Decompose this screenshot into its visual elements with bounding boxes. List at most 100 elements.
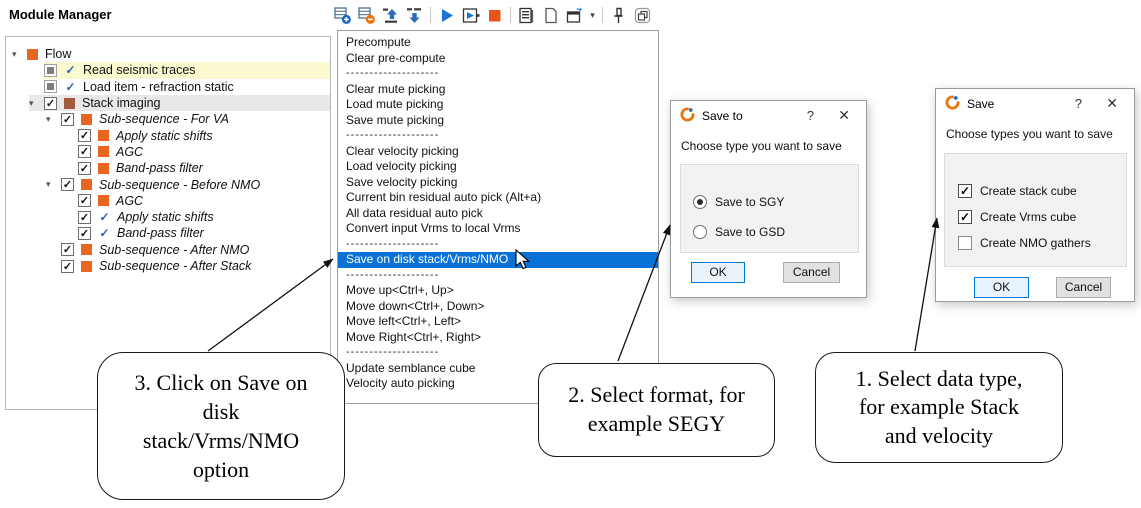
- tree-row-content: ✓AGC: [78, 193, 330, 209]
- checkbox[interactable]: ✓: [958, 184, 972, 198]
- tree-row[interactable]: ✓ ✓ Apply static shifts: [6, 209, 330, 225]
- module-square-icon: [98, 130, 109, 141]
- tree-row[interactable]: ✓ Load item - refraction static: [6, 79, 330, 95]
- app-logo-icon: [680, 107, 695, 125]
- tree-checkbox[interactable]: ✓: [61, 260, 74, 273]
- tree-row[interactable]: ✓Band-pass filter: [6, 160, 330, 176]
- tree-checkbox[interactable]: ✓: [78, 194, 91, 207]
- dropdown-caret-icon[interactable]: ▾: [587, 10, 598, 21]
- module-check-icon: ✓: [98, 210, 111, 224]
- tree-row[interactable]: ✓AGC: [6, 144, 330, 160]
- menu-item[interactable]: Load mute picking: [338, 97, 658, 113]
- checkbox[interactable]: ✓: [958, 210, 972, 224]
- move-down-icon[interactable]: [403, 4, 426, 26]
- tree-row[interactable]: ▾✓Stack imaging: [6, 95, 330, 111]
- radio-label: Save to SGY: [715, 195, 784, 209]
- menu-item[interactable]: Clear velocity picking: [338, 144, 658, 160]
- tree-checkbox[interactable]: ✓: [61, 113, 74, 126]
- tree-row[interactable]: ✓ Sub-sequence - After Stack: [6, 258, 330, 274]
- checkbox-option[interactable]: ✓Create Vrms cube: [958, 204, 1126, 230]
- callout-step-3: 3. Click on Save on disk stack/Vrms/NMO …: [97, 352, 345, 500]
- expander-icon[interactable]: ▾: [46, 114, 61, 125]
- tree-row[interactable]: ▾✓Sub-sequence - For VA: [6, 111, 330, 127]
- callout-step-2: 2. Select format, for example SEGY: [538, 363, 775, 457]
- log-icon[interactable]: [515, 4, 538, 26]
- expander-icon[interactable]: ▾: [12, 49, 27, 60]
- tree-row-content: ✓ Load item - refraction static: [44, 79, 330, 95]
- tree-item-label: Sub-sequence - After Stack: [99, 259, 251, 273]
- radio-dot: [697, 199, 703, 205]
- float-window-icon[interactable]: [631, 4, 654, 26]
- checkbox[interactable]: [958, 236, 972, 250]
- tree-row[interactable]: ✓Apply static shifts: [6, 127, 330, 143]
- tree-checkbox[interactable]: ✓: [61, 243, 74, 256]
- save-dialog-titlebar[interactable]: Save: [936, 89, 1134, 119]
- tree-checkbox[interactable]: ✓: [61, 178, 74, 191]
- checkbox-option[interactable]: Create NMO gathers: [958, 230, 1126, 256]
- tree-checkbox[interactable]: ✓: [78, 145, 91, 158]
- radio-button[interactable]: [693, 225, 707, 239]
- tree-row[interactable]: ✓Sub-sequence - After NMO: [6, 242, 330, 258]
- expander-icon[interactable]: ▾: [46, 179, 61, 190]
- menu-item[interactable]: Move left<Ctrl+, Left>: [338, 314, 658, 330]
- expander-icon[interactable]: ▾: [29, 98, 44, 109]
- tree-row[interactable]: ✓Read seismic traces: [6, 62, 330, 78]
- menu-item[interactable]: Move up<Ctrl+, Up>: [338, 283, 658, 299]
- menu-item[interactable]: Save velocity picking: [338, 175, 658, 191]
- pin-icon[interactable]: [607, 4, 630, 26]
- tree-item-label: Flow: [45, 47, 71, 61]
- menu-item[interactable]: Save mute picking: [338, 113, 658, 129]
- tree-checkbox[interactable]: [44, 64, 57, 77]
- save-to-dialog-titlebar[interactable]: Save to: [671, 101, 866, 131]
- run-from-selected-icon[interactable]: [459, 4, 482, 26]
- close-icon[interactable]: ✕: [838, 107, 850, 124]
- menu-item[interactable]: Move Right<Ctrl+, Right>: [338, 330, 658, 346]
- tree-checkbox[interactable]: [44, 80, 57, 93]
- tree-checkbox[interactable]: ✓: [78, 211, 91, 224]
- ok-button[interactable]: OK: [691, 262, 745, 283]
- add-module-icon[interactable]: [331, 4, 354, 26]
- module-check-icon: ✓: [64, 80, 77, 94]
- tree-checkbox[interactable]: ✓: [78, 227, 91, 240]
- ok-button[interactable]: OK: [974, 277, 1029, 298]
- tree-checkbox[interactable]: ✓: [78, 162, 91, 175]
- radio-option[interactable]: Save to SGY: [693, 187, 858, 217]
- tree-row-content: ▾✓Stack imaging: [29, 95, 330, 111]
- help-button[interactable]: ?: [1075, 96, 1082, 111]
- tree-row[interactable]: ▾ Flow: [6, 46, 330, 62]
- run-icon[interactable]: [435, 4, 458, 26]
- tree-checkbox[interactable]: ✓: [44, 97, 57, 110]
- clipboard-icon[interactable]: [539, 4, 562, 26]
- tree-item-label: Load item - refraction static: [83, 80, 234, 94]
- remove-module-icon[interactable]: [355, 4, 378, 26]
- tree-row[interactable]: ✓AGC: [6, 193, 330, 209]
- tree-row[interactable]: ✓✓Band-pass filter: [6, 225, 330, 241]
- checkbox-option[interactable]: ✓Create stack cube: [958, 178, 1126, 204]
- cancel-button[interactable]: Cancel: [1056, 277, 1111, 298]
- tree-row[interactable]: ▾✓Sub-sequence - Before NMO: [6, 176, 330, 192]
- stop-icon[interactable]: [483, 4, 506, 26]
- menu-item[interactable]: Clear pre-compute: [338, 51, 658, 67]
- page: Module Manager: [0, 0, 1141, 508]
- radio-button[interactable]: [693, 195, 707, 209]
- radio-option[interactable]: Save to GSD: [693, 217, 858, 247]
- menu-item[interactable]: Convert input Vrms to local Vrms: [338, 221, 658, 237]
- menu-item[interactable]: Precompute: [338, 35, 658, 51]
- tree-item-label: Apply static shifts: [117, 210, 214, 224]
- tree-row-content: ✓ ✓ Apply static shifts: [78, 209, 330, 225]
- menu-item[interactable]: Move down<Ctrl+, Down>: [338, 299, 658, 315]
- tree-row-content: ▾✓Sub-sequence - For VA: [46, 111, 330, 127]
- move-up-icon[interactable]: [379, 4, 402, 26]
- menu-item[interactable]: All data residual auto pick: [338, 206, 658, 222]
- menu-item[interactable]: Current bin residual auto pick (Alt+a): [338, 190, 658, 206]
- close-icon[interactable]: ✕: [1106, 95, 1118, 112]
- menu-item[interactable]: Clear mute picking: [338, 82, 658, 98]
- help-button[interactable]: ?: [807, 108, 814, 123]
- menu-item[interactable]: Save on disk stack/Vrms/NMO: [338, 252, 658, 268]
- module-square-icon: [98, 195, 109, 206]
- cancel-button[interactable]: Cancel: [783, 262, 840, 283]
- tree-checkbox[interactable]: ✓: [78, 129, 91, 142]
- callout-step-1: 1. Select data type, for example Stack a…: [815, 352, 1063, 463]
- new-window-icon[interactable]: [563, 4, 586, 26]
- menu-item[interactable]: Load velocity picking: [338, 159, 658, 175]
